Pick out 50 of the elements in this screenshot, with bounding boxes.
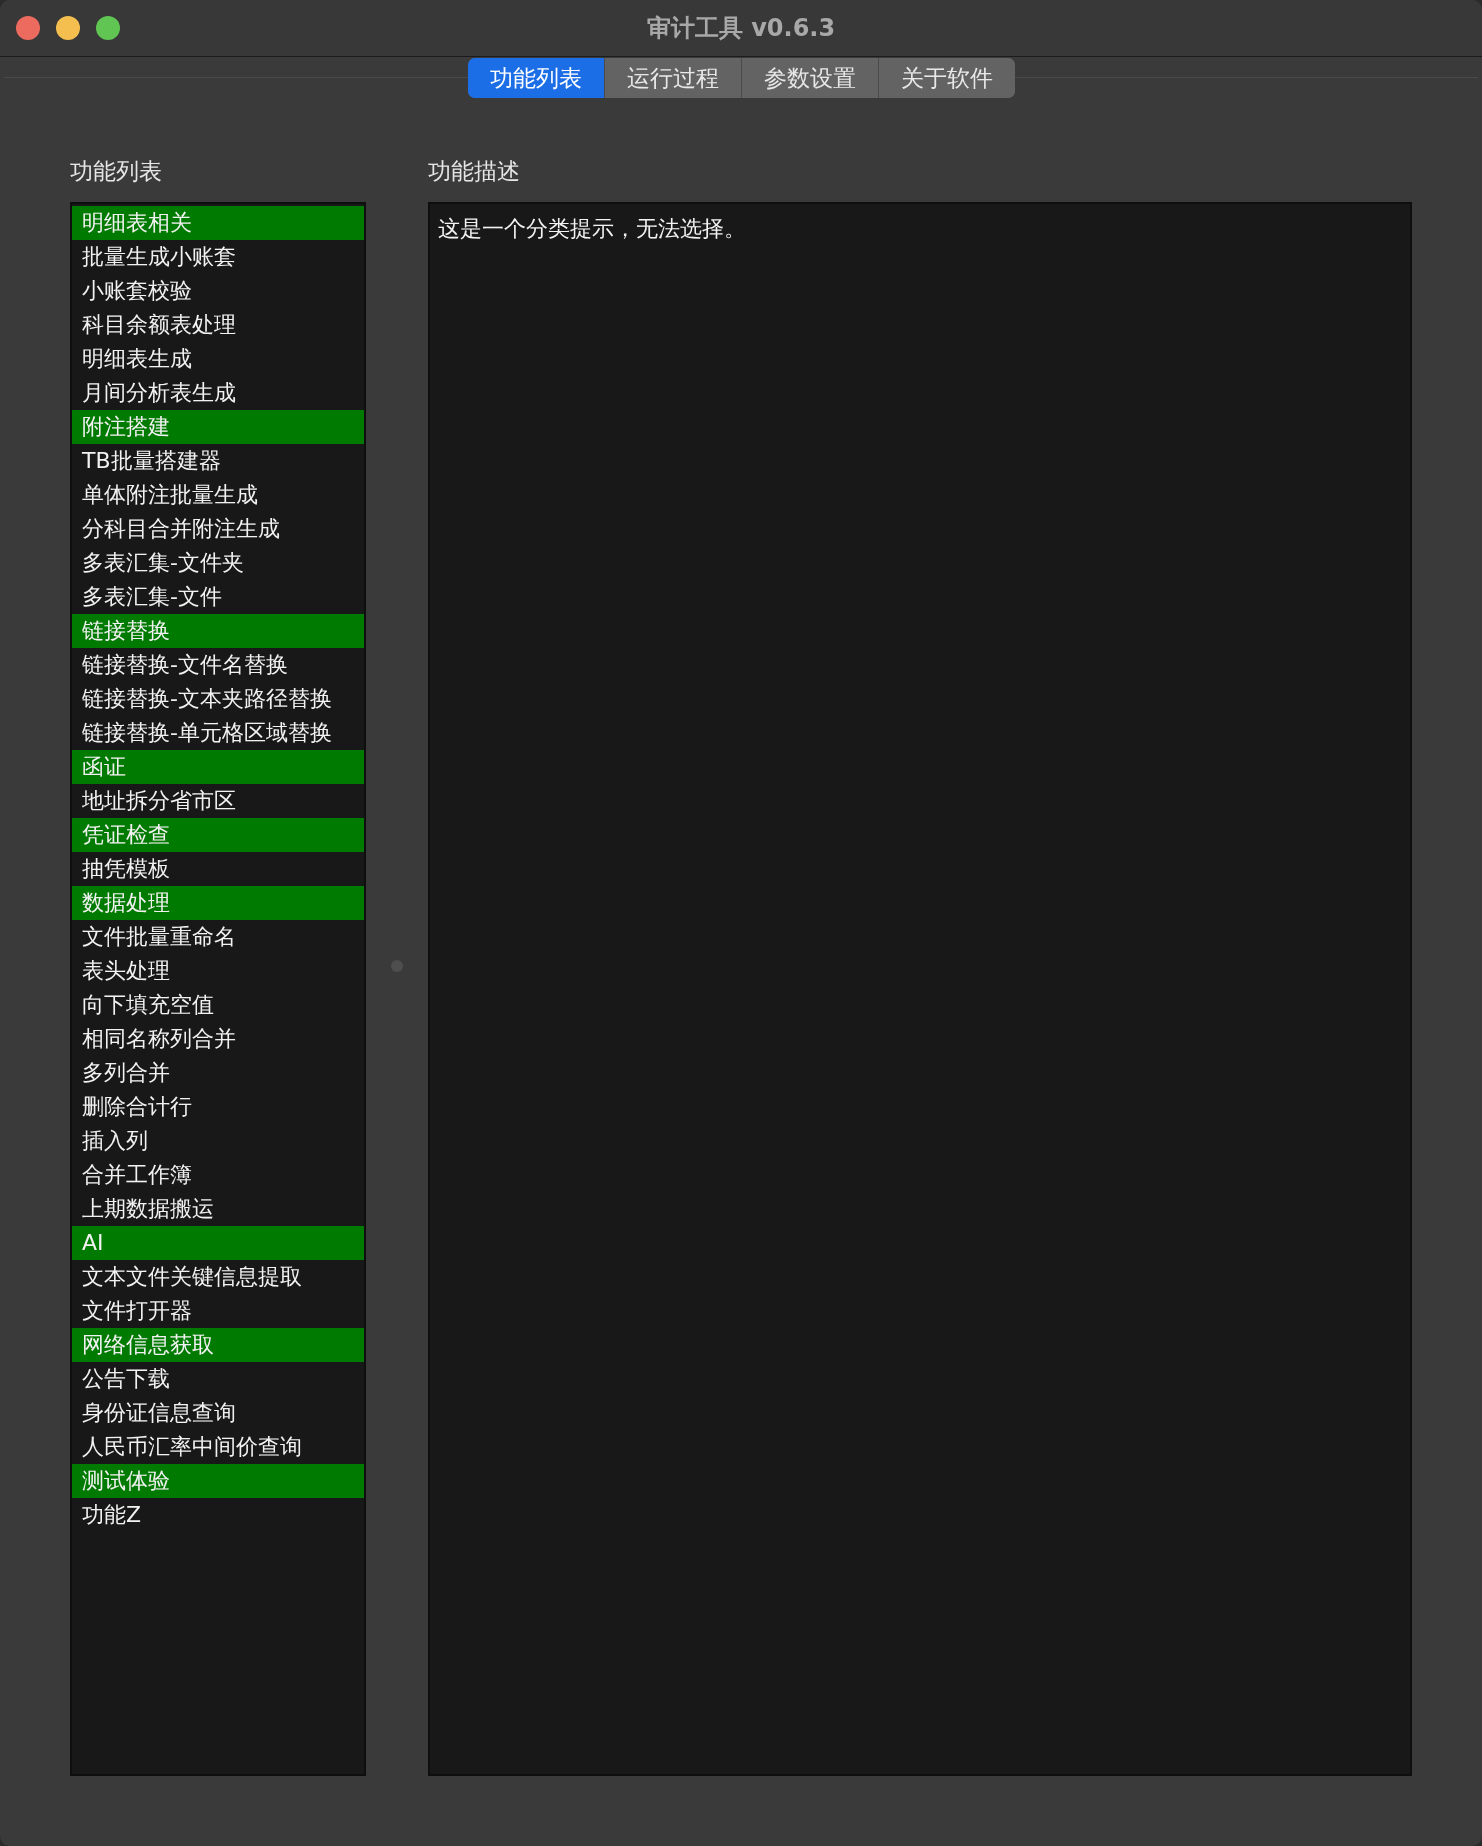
- tab[interactable]: 参数设置: [741, 58, 879, 98]
- list-item[interactable]: 小账套校验: [72, 274, 364, 308]
- list-item[interactable]: 文本文件关键信息提取: [72, 1260, 364, 1294]
- category-header[interactable]: 函证: [72, 750, 364, 784]
- close-button[interactable]: [16, 16, 40, 40]
- list-item[interactable]: 删除合计行: [72, 1090, 364, 1124]
- list-item[interactable]: 公告下载: [72, 1362, 364, 1396]
- list-item[interactable]: 地址拆分省市区: [72, 784, 364, 818]
- list-item[interactable]: 合并工作簿: [72, 1158, 364, 1192]
- list-item[interactable]: 单体附注批量生成: [72, 478, 364, 512]
- tab[interactable]: 功能列表: [467, 58, 605, 98]
- list-item[interactable]: 多表汇集-文件: [72, 580, 364, 614]
- window-title: 审计工具 v0.6.3: [646, 13, 836, 44]
- tab[interactable]: 关于软件: [878, 58, 1015, 98]
- list-item[interactable]: 人民币汇率中间价查询: [72, 1430, 364, 1464]
- list-item[interactable]: 抽凭模板: [72, 852, 364, 886]
- list-item[interactable]: 月间分析表生成: [72, 376, 364, 410]
- category-header[interactable]: 网络信息获取: [72, 1328, 364, 1362]
- list-item[interactable]: 表头处理: [72, 954, 364, 988]
- list-item[interactable]: 多表汇集-文件夹: [72, 546, 364, 580]
- category-header[interactable]: 凭证检查: [72, 818, 364, 852]
- list-item[interactable]: 批量生成小账套: [72, 240, 364, 274]
- tab[interactable]: 运行过程: [604, 58, 742, 98]
- category-header[interactable]: AI: [72, 1226, 364, 1260]
- category-header[interactable]: 附注搭建: [72, 410, 364, 444]
- category-header[interactable]: 数据处理: [72, 886, 364, 920]
- list-item[interactable]: 明细表生成: [72, 342, 364, 376]
- minimize-button[interactable]: [56, 16, 80, 40]
- list-item[interactable]: 上期数据搬运: [72, 1192, 364, 1226]
- list-item[interactable]: 身份证信息查询: [72, 1396, 364, 1430]
- list-item[interactable]: 向下填充空值: [72, 988, 364, 1022]
- list-item[interactable]: TB批量搭建器: [72, 444, 364, 478]
- list-heading: 功能列表: [70, 157, 163, 186]
- list-item[interactable]: 链接替换-单元格区域替换: [72, 716, 364, 750]
- list-item[interactable]: 链接替换-文本夹路径替换: [72, 682, 364, 716]
- list-item[interactable]: 文件打开器: [72, 1294, 364, 1328]
- description-heading: 功能描述: [428, 157, 521, 186]
- list-item[interactable]: 插入列: [72, 1124, 364, 1158]
- list-item[interactable]: 相同名称列合并: [72, 1022, 364, 1056]
- zoom-button[interactable]: [96, 16, 120, 40]
- list-item[interactable]: 科目余额表处理: [72, 308, 364, 342]
- category-header[interactable]: 明细表相关: [72, 206, 364, 240]
- list-item[interactable]: 多列合并: [72, 1056, 364, 1090]
- category-header[interactable]: 测试体验: [72, 1464, 364, 1498]
- list-item[interactable]: 分科目合并附注生成: [72, 512, 364, 546]
- description-text: 这是一个分类提示，无法选择。: [438, 216, 746, 241]
- category-header[interactable]: 链接替换: [72, 614, 364, 648]
- list-item[interactable]: 链接替换-文件名替换: [72, 648, 364, 682]
- list-item[interactable]: 文件批量重命名: [72, 920, 364, 954]
- list-item[interactable]: 功能Z: [72, 1498, 364, 1532]
